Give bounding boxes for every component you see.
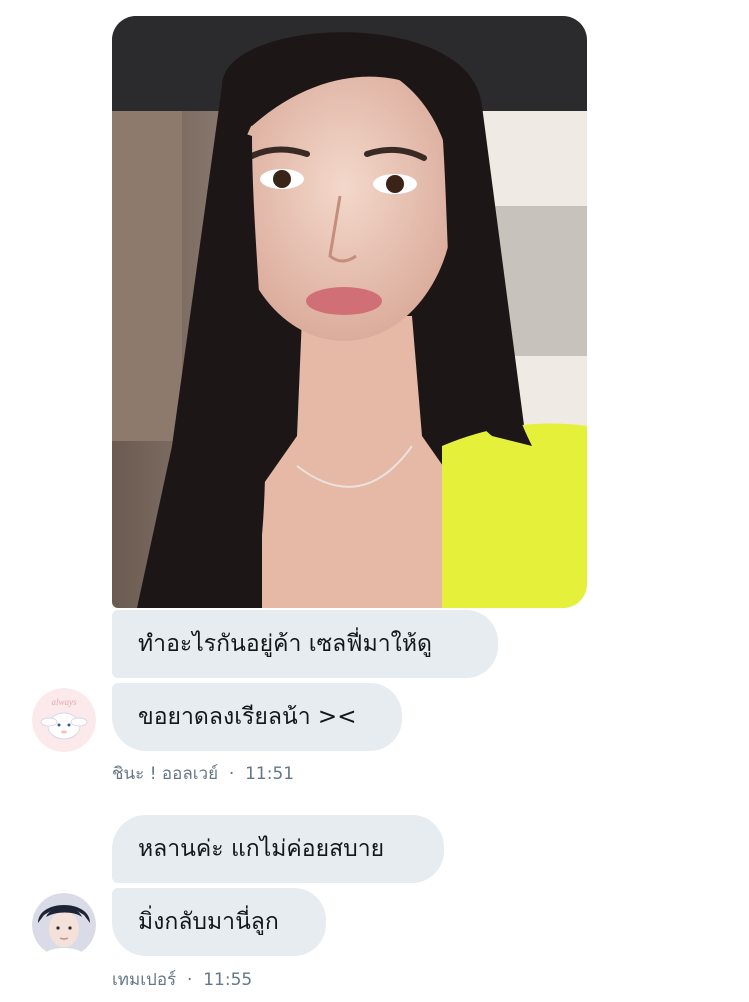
avatar[interactable] (32, 893, 96, 957)
cinnamoroll-avatar-icon: always (32, 688, 96, 752)
sender-name[interactable]: ชินะ ! ออลเวย์ (112, 764, 218, 784)
selfie-image (112, 16, 587, 608)
meta-separator: · (181, 970, 198, 990)
message-text: หลานค่ะ แกไม่ค่อยสบาย (138, 836, 385, 862)
message-text: มิ่งกลับมานี่ลูก (138, 909, 279, 935)
message-bubble[interactable]: มิ่งกลับมานี่ลูก (112, 888, 326, 956)
sender-name[interactable]: เทมเปอร์ (112, 970, 176, 990)
message-time: 11:55 (203, 970, 253, 990)
message-meta: ชินะ ! ออลเวย์ · 11:51 (112, 760, 294, 787)
message-time: 11:51 (245, 764, 295, 784)
profile-photo-icon (32, 893, 96, 957)
message-text: ขอยาดลงเรียลน้า >< (138, 704, 357, 730)
avatar[interactable]: always (32, 688, 96, 752)
message-text: ทำอะไรกันอยู่ค้า เซลฟี่มาให้ดู (138, 631, 432, 657)
message-bubble[interactable]: หลานค่ะ แกไม่ค่อยสบาย (112, 815, 444, 883)
shared-photo[interactable] (112, 16, 587, 608)
meta-separator: · (223, 764, 240, 784)
message-bubble[interactable]: ขอยาดลงเรียลน้า >< (112, 683, 402, 751)
message-meta: เทมเปอร์ · 11:55 (112, 966, 252, 993)
message-bubble[interactable]: ทำอะไรกันอยู่ค้า เซลฟี่มาให้ดู (112, 610, 498, 678)
avatar-logo-text: always (51, 697, 76, 707)
